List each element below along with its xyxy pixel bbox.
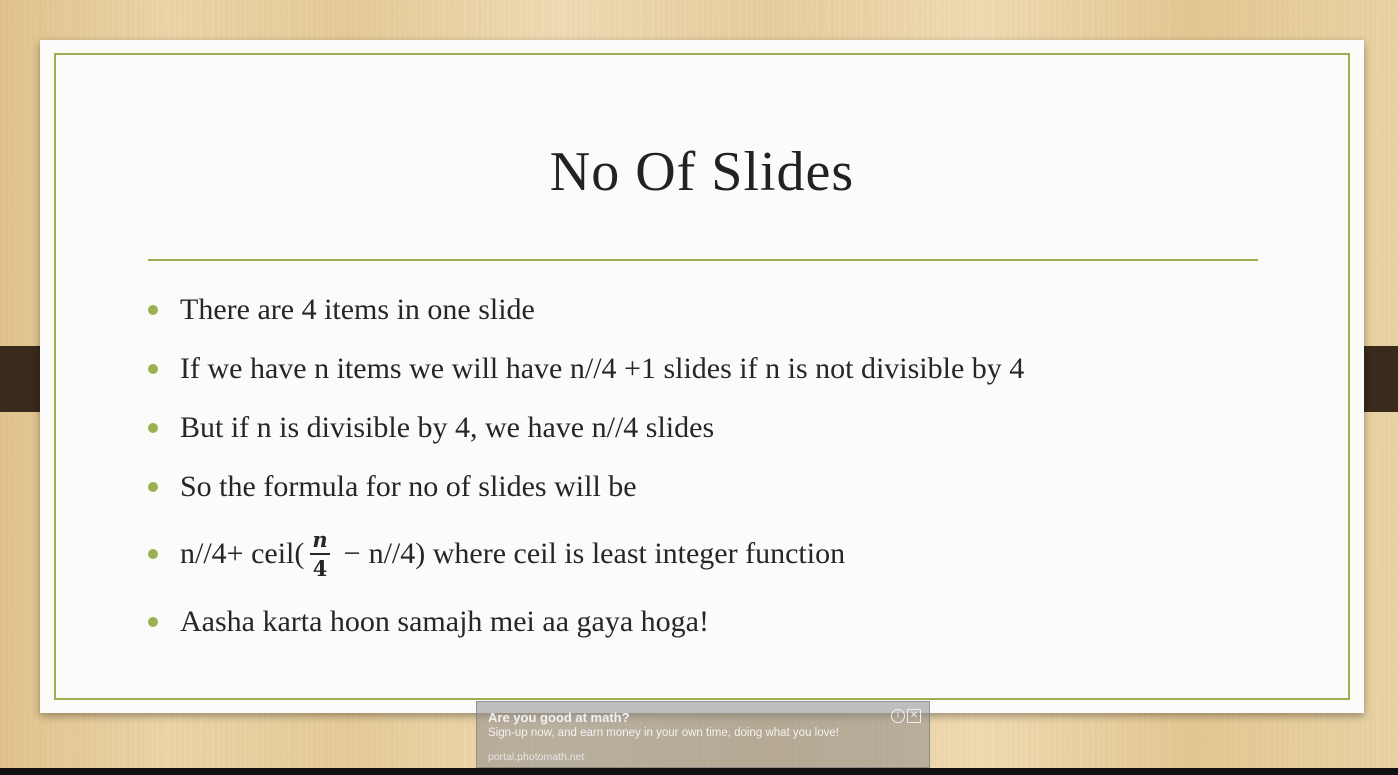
minus-sign: − bbox=[343, 537, 361, 570]
ad-url-link[interactable]: portal.photomath.net bbox=[488, 751, 584, 763]
bullet-text: Aasha karta hoon samajh mei aa gaya hoga… bbox=[180, 604, 709, 638]
bullet-dot-icon bbox=[148, 304, 158, 315]
bullet-dot-icon bbox=[148, 481, 158, 492]
fraction-numerator: n bbox=[310, 529, 330, 555]
player-bottom-bar bbox=[0, 768, 1398, 775]
bullet-text: But if n is divisible by 4, we have n//4… bbox=[180, 410, 715, 444]
info-icon[interactable]: i bbox=[891, 709, 905, 723]
close-icon[interactable]: ✕ bbox=[907, 709, 921, 723]
slide-title: No Of Slides bbox=[549, 141, 855, 203]
list-item: Aasha karta hoon samajh mei aa gaya hoga… bbox=[148, 592, 1304, 651]
fraction: n 4 bbox=[310, 529, 330, 581]
ad-body[interactable]: Sign-up now, and earn money in your own … bbox=[488, 727, 839, 739]
bullet-dot-icon bbox=[148, 363, 158, 374]
bullet-dot-icon bbox=[148, 616, 158, 627]
bullet-text: There are 4 items in one slide bbox=[180, 292, 535, 326]
list-item: There are 4 items in one slide bbox=[148, 280, 1304, 339]
formula-suffix: n//4) where ceil is least integer functi… bbox=[368, 537, 846, 570]
slide: No Of Slides There are 4 items in one sl… bbox=[40, 40, 1364, 713]
list-item: So the formula for no of slides will be bbox=[148, 457, 1304, 516]
ad-overlay[interactable]: Are you good at math? Sign-up now, and e… bbox=[476, 701, 930, 768]
ad-title[interactable]: Are you good at math? bbox=[488, 710, 630, 725]
formula-item: n//4+ ceil( n 4 − n//4) where ceil is le… bbox=[148, 516, 1304, 592]
bullet-dot-icon bbox=[148, 549, 158, 559]
bullet-text: If we have n items we will have n//4 +1 … bbox=[180, 351, 1025, 385]
bullet-text: So the formula for no of slides will be bbox=[180, 469, 637, 503]
bullet-list: There are 4 items in one slide If we hav… bbox=[148, 280, 1304, 651]
title-divider bbox=[148, 259, 1258, 261]
list-item: If we have n items we will have n//4 +1 … bbox=[148, 339, 1304, 398]
bullet-dot-icon bbox=[148, 422, 158, 433]
list-item: But if n is divisible by 4, we have n//4… bbox=[148, 398, 1304, 457]
ad-controls: i ✕ bbox=[891, 709, 921, 723]
formula-prefix: n//4+ ceil( bbox=[180, 537, 305, 570]
formula-text: n//4+ ceil( n 4 − n//4) where ceil is le… bbox=[180, 529, 845, 579]
fraction-denominator: 4 bbox=[312, 556, 328, 581]
